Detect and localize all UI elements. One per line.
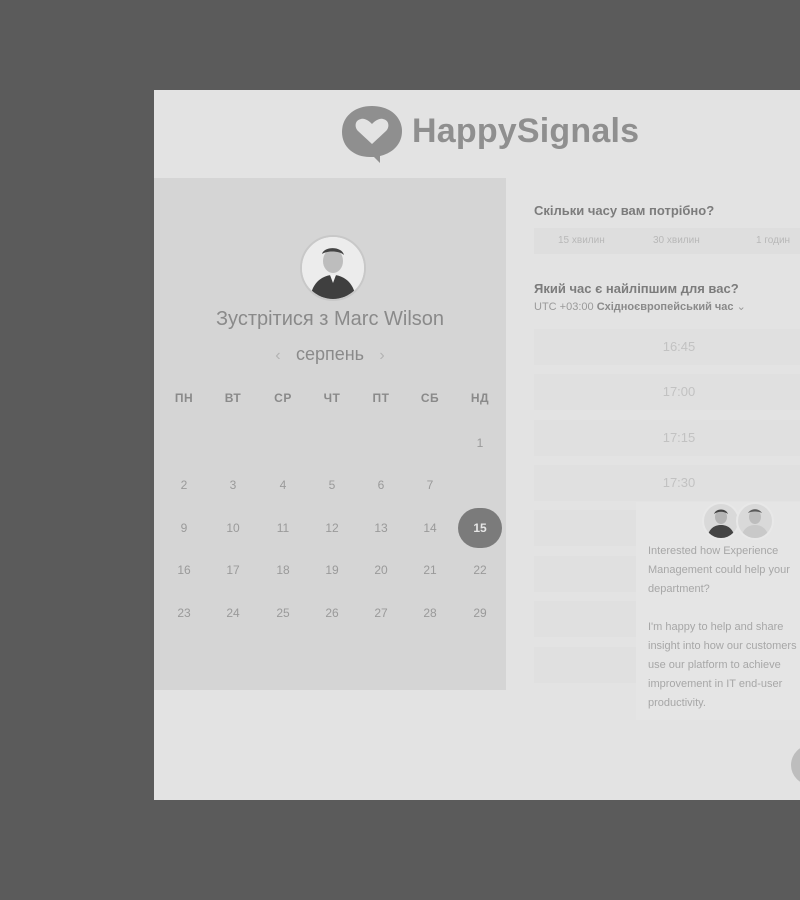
calendar-day-selected[interactable]: 15	[458, 508, 502, 548]
calendar-day	[359, 425, 403, 461]
weekday-label: СР	[274, 391, 292, 405]
calendar-day[interactable]: 6	[359, 467, 403, 503]
calendar-day[interactable]: 23	[162, 595, 206, 631]
calendar-day[interactable]: 17	[211, 552, 255, 588]
chat-message: I'm happy to help and share insight into…	[648, 621, 797, 709]
brand-header: HappySignals	[154, 90, 800, 178]
calendar-day[interactable]: 13	[359, 510, 403, 546]
calendar-day[interactable]: 2	[162, 467, 206, 503]
time-slot[interactable]: 16:45	[534, 329, 800, 365]
weekday-label: ЧТ	[323, 391, 341, 405]
month-label: серпень	[295, 344, 365, 364]
calendar-day[interactable]: 21	[408, 552, 452, 588]
meeting-title: Зустрітися з Marc Wilson	[215, 308, 445, 330]
chevron-right-icon[interactable]: ›	[369, 347, 395, 365]
calendar-day[interactable]: 4	[261, 467, 305, 503]
calendar-day[interactable]: 11	[261, 510, 305, 546]
host-avatar	[300, 235, 366, 301]
person-avatar-image	[741, 509, 769, 538]
calendar-day[interactable]: 18	[261, 552, 305, 588]
calendar-day[interactable]: 9	[162, 510, 206, 546]
chat-agent-avatars	[702, 502, 782, 542]
brand-name: HappySignals	[412, 112, 640, 150]
timezone-name: Східноєвропейський час	[596, 301, 734, 313]
time-slot[interactable]: 17:15	[534, 420, 800, 456]
time-slot[interactable]: 17:00	[534, 374, 800, 410]
calendar-day[interactable]: 7	[408, 467, 452, 503]
calendar-day[interactable]: 19	[310, 552, 354, 588]
calendar-day	[261, 425, 305, 461]
person-avatar-image	[707, 509, 735, 538]
calendar-day[interactable]: 10	[211, 510, 255, 546]
weekday-label: ПТ	[372, 391, 390, 405]
calendar-day[interactable]: 3	[211, 467, 255, 503]
calendar-day[interactable]: 20	[359, 552, 403, 588]
calendar-day[interactable]: 26	[310, 595, 354, 631]
month-navigator: ‹ серпень ›	[154, 344, 506, 365]
calendar-day[interactable]: 28	[408, 595, 452, 631]
weekday-label: ВТ	[224, 391, 242, 405]
weekday-label: ПН	[174, 391, 194, 405]
calendar-day	[408, 425, 452, 461]
person-avatar-image	[302, 237, 364, 299]
calendar-day[interactable]: 25	[261, 595, 305, 631]
agent-avatar	[702, 502, 740, 540]
timezone-offset: UTC +03:00	[534, 301, 594, 313]
calendar-day[interactable]: 5	[310, 467, 354, 503]
calendar-day[interactable]: 16	[162, 552, 206, 588]
calendar-day[interactable]: 29	[458, 595, 502, 631]
calendar-panel: Зустрітися з Marc Wilson ‹ серпень › ПН …	[154, 178, 506, 690]
chevron-down-icon: ⌄	[736, 301, 746, 313]
calendar-day	[458, 467, 502, 503]
chat-launcher-button[interactable]	[791, 745, 800, 785]
calendar-day	[162, 425, 206, 461]
calendar-day[interactable]: 27	[359, 595, 403, 631]
duration-option[interactable]: 30 хвилин	[653, 228, 700, 254]
duration-options: 15 хвилин 30 хвилин 1 годин	[534, 228, 800, 254]
chevron-left-icon[interactable]: ‹	[265, 347, 291, 365]
weekday-label: СБ	[420, 391, 440, 405]
duration-option[interactable]: 1 годин	[756, 228, 790, 254]
calendar-day	[211, 425, 255, 461]
weekday-label: НД	[470, 391, 490, 405]
timezone-select[interactable]: UTC +03:00 Східноєвропейський час ⌄	[534, 300, 746, 313]
duration-option[interactable]: 15 хвилин	[558, 228, 605, 254]
calendar-day[interactable]: 1	[458, 425, 502, 461]
calendar-day	[310, 425, 354, 461]
duration-question: Скільки часу вам потрібно?	[534, 203, 715, 218]
calendar-day[interactable]: 14	[408, 510, 452, 546]
chat-message: Interested how Experience Management cou…	[648, 545, 790, 595]
calendar-day[interactable]: 12	[310, 510, 354, 546]
calendar-day[interactable]: 24	[211, 595, 255, 631]
calendar-day[interactable]: 22	[458, 552, 502, 588]
chat-widget[interactable]: Interested how Experience Management cou…	[636, 502, 800, 720]
time-question: Який час є найліпшим для вас?	[534, 281, 739, 296]
agent-avatar	[736, 502, 774, 540]
heart-speech-bubble-icon	[342, 106, 402, 163]
meeting-scheduler-modal: HappySignals Зустрітися з Marc Wilson ‹ …	[154, 90, 800, 800]
time-slot[interactable]: 17:30	[534, 465, 800, 501]
